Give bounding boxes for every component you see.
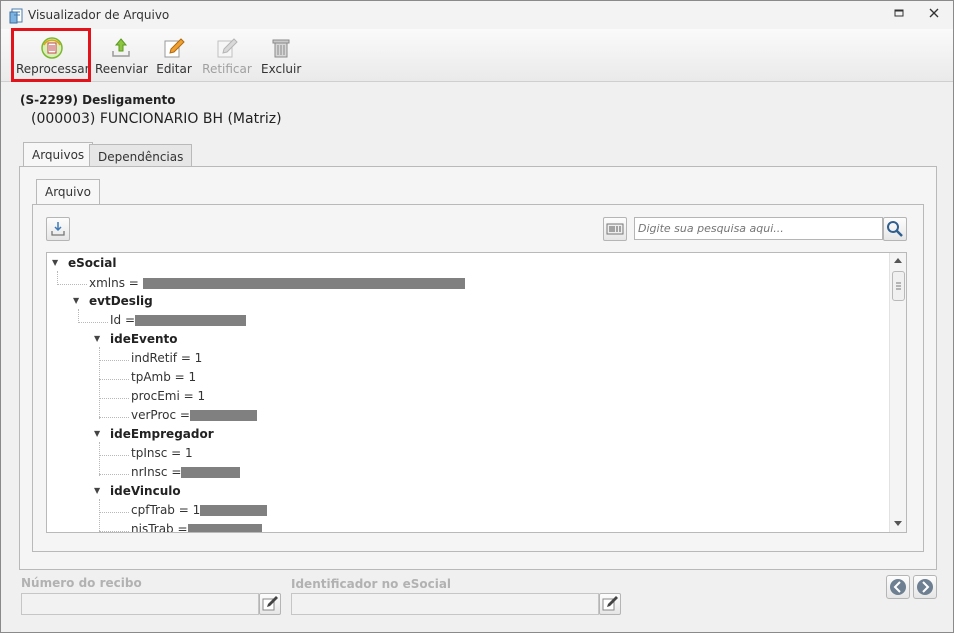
rectify-label: Retificar	[202, 62, 252, 76]
tree-node-xmlns-label: xmlns =	[89, 276, 139, 290]
edit-icon	[262, 596, 278, 611]
redacted-value	[200, 505, 268, 516]
tab-arquivos[interactable]: Arquivos	[23, 142, 94, 168]
receipt-number-label: Número do recibo	[21, 576, 142, 590]
receipt-number-field[interactable]	[21, 593, 259, 615]
tree-node-esocial[interactable]: eSocial	[68, 256, 116, 270]
tree-line	[99, 347, 100, 419]
rectify-button[interactable]: Retificar	[201, 33, 253, 79]
trash-icon	[272, 39, 290, 58]
window-title: Visualizador de Arquivo	[28, 8, 170, 22]
expand-caret-icon[interactable]: ▼	[94, 334, 100, 343]
barcode-button[interactable]	[603, 217, 627, 241]
barcode-icon	[606, 223, 624, 235]
file-viewer-window: Visualizador de Arquivo Reprocessar Reen…	[0, 0, 954, 633]
tree-scrollbar[interactable]	[889, 253, 906, 532]
restore-icon	[894, 9, 904, 17]
tree-line	[99, 442, 100, 476]
document-icon	[9, 8, 23, 24]
tree-line	[99, 417, 129, 418]
tree-node-xmlns[interactable]: xmlns =	[89, 276, 465, 290]
tree-line	[99, 398, 129, 399]
tree-line	[78, 322, 108, 323]
tree-line	[57, 284, 87, 285]
tree-node-id[interactable]: Id =	[110, 313, 247, 327]
close-window-button[interactable]	[926, 7, 942, 23]
tree-node-tpinsc[interactable]: tpInsc = 1	[131, 446, 193, 460]
toolbar: Reprocessar Reenviar Editar Retificar Ex…	[1, 29, 953, 82]
tree-line	[78, 309, 79, 323]
scrollbar-thumb[interactable]	[892, 271, 905, 301]
download-button[interactable]	[46, 217, 70, 241]
scroll-down-icon[interactable]	[893, 520, 903, 528]
tree-line	[99, 474, 129, 475]
tree-node-procemi[interactable]: procEmi = 1	[131, 389, 205, 403]
tree-line	[99, 531, 129, 532]
redacted-value	[189, 410, 257, 421]
previous-button[interactable]	[886, 575, 910, 599]
tree-node-nrinsc-label: nrInsc =	[131, 465, 182, 479]
tab-arquivo[interactable]: Arquivo	[36, 179, 100, 205]
arrow-right-icon	[917, 579, 933, 595]
expand-caret-icon[interactable]: ▼	[94, 486, 100, 495]
tree-line	[99, 499, 100, 532]
search-icon	[887, 221, 903, 237]
xml-tree[interactable]: ▼ eSocial xmlns = ▼ evtDeslig Id = ▼ ide…	[46, 252, 907, 533]
edit-receipt-button[interactable]	[259, 593, 281, 615]
tree-line	[99, 455, 129, 456]
arrow-left-icon	[890, 579, 906, 595]
delete-label: Excluir	[261, 62, 302, 76]
next-button[interactable]	[913, 575, 937, 599]
title-bar: Visualizador de Arquivo	[1, 1, 953, 29]
tree-node-tpamb[interactable]: tpAmb = 1	[131, 370, 196, 384]
download-icon	[51, 222, 65, 236]
event-title: (S-2299) Desligamento	[20, 93, 176, 107]
tree-line	[99, 360, 129, 361]
employee-title: (000003) FUNCIONARIO BH (Matriz)	[31, 111, 282, 127]
expand-caret-icon[interactable]: ▼	[73, 296, 79, 305]
redacted-value	[142, 278, 465, 289]
search-input[interactable]	[634, 217, 883, 240]
edit-identifier-button[interactable]	[599, 593, 621, 615]
tree-node-cpftrab-label: cpfTrab = 1	[131, 503, 201, 517]
tree-node-ideempregador[interactable]: ideEmpregador	[110, 427, 214, 441]
redacted-value	[181, 467, 241, 478]
resend-button[interactable]: Reenviar	[95, 33, 148, 79]
tree-node-ideevento[interactable]: ideEvento	[110, 332, 178, 346]
tree-node-evtdeslig[interactable]: evtDeslig	[89, 294, 153, 308]
edit-icon	[164, 38, 185, 58]
delete-button[interactable]: Excluir	[261, 33, 301, 79]
tree-line	[99, 512, 129, 513]
edit-icon	[602, 596, 618, 611]
tree-line	[57, 271, 58, 285]
edit-label: Editar	[156, 62, 192, 76]
expand-caret-icon[interactable]: ▼	[52, 258, 58, 267]
close-icon	[929, 8, 939, 18]
expand-caret-icon[interactable]: ▼	[94, 429, 100, 438]
reprocess-highlight	[11, 28, 91, 82]
tree-node-verproc-label: verProc =	[131, 408, 190, 422]
tree-line	[99, 379, 129, 380]
tree-node-indretif[interactable]: indRetif = 1	[131, 351, 202, 365]
restore-window-button[interactable]	[891, 7, 907, 23]
rectify-icon	[217, 38, 238, 58]
tree-node-nistrab-label: nisTrab =	[131, 522, 188, 533]
upload-icon	[112, 38, 130, 57]
grip-icon	[896, 282, 901, 290]
tab-dependencias[interactable]: Dependências	[89, 144, 193, 168]
redacted-value	[135, 315, 247, 326]
resend-label: Reenviar	[95, 62, 148, 76]
tree-node-nistrab[interactable]: nisTrab =	[131, 522, 262, 533]
tree-node-id-label: Id =	[110, 313, 136, 327]
tree-node-idevinculo[interactable]: ideVinculo	[110, 484, 181, 498]
redacted-value	[187, 524, 262, 532]
scroll-up-icon[interactable]	[893, 256, 903, 264]
tree-node-verproc[interactable]: verProc =	[131, 408, 257, 422]
tree-node-nrinsc[interactable]: nrInsc =	[131, 465, 241, 479]
search-button[interactable]	[883, 217, 907, 241]
esocial-identifier-field[interactable]	[291, 593, 599, 615]
tree-node-cpftrab[interactable]: cpfTrab = 1	[131, 503, 268, 517]
edit-button[interactable]: Editar	[155, 33, 193, 79]
esocial-identifier-label: Identificador no eSocial	[291, 577, 452, 591]
